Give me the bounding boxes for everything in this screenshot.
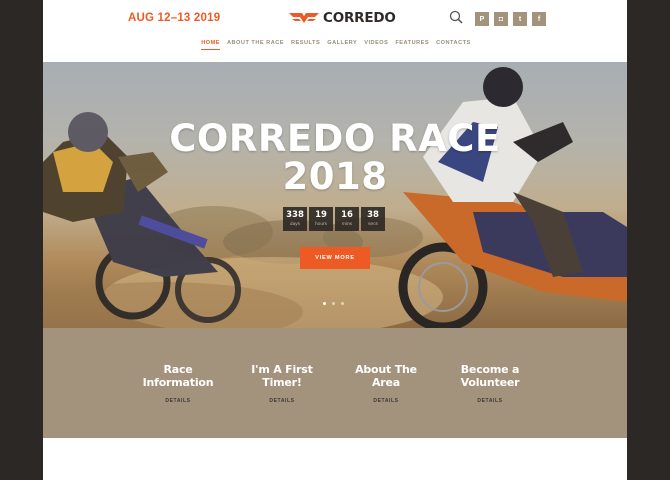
nav-item-gallery[interactable]: GALLERY: [327, 40, 357, 50]
pinterest-icon[interactable]: P: [475, 12, 489, 26]
countdown-secs-value: 38: [367, 210, 379, 220]
slider-dot-2[interactable]: [332, 302, 335, 305]
countdown-days: 338 days: [283, 207, 307, 231]
countdown-mins-label: mins: [341, 222, 353, 227]
hero-title: CORREDO RACE 2018: [43, 120, 627, 196]
countdown-secs-label: secs: [368, 222, 378, 227]
card-title-line-2: Information: [142, 375, 214, 389]
countdown-days-value: 338: [286, 210, 304, 220]
hero-slider: CORREDO RACE 2018 338 days 19 hours 16 m…: [43, 62, 627, 328]
search-icon[interactable]: [449, 10, 463, 24]
info-cards-band: Race Information DETAILS I'm A First Tim…: [43, 328, 627, 438]
details-link[interactable]: DETAILS: [445, 398, 535, 404]
nav-item-contacts[interactable]: CONTACTS: [436, 40, 471, 50]
card-title-line-2: Volunteer: [460, 375, 520, 389]
countdown-days-label: days: [289, 222, 301, 227]
details-link[interactable]: DETAILS: [341, 398, 431, 404]
facebook-icon[interactable]: f: [532, 12, 546, 26]
event-date: AUG 12–13 2019: [128, 12, 221, 24]
page: AUG 12–13 2019 CORREDO P ◘ t f HOME ABOU…: [43, 0, 627, 480]
nav-item-home[interactable]: HOME: [201, 40, 220, 50]
twitter-icon[interactable]: t: [513, 12, 527, 26]
countdown-mins: 16 mins: [335, 207, 359, 231]
card-race-information: Race Information DETAILS: [133, 363, 223, 404]
slider-pagination: [323, 302, 344, 305]
countdown-hours: 19 hours: [309, 207, 333, 231]
card-title: Race Information: [133, 363, 223, 389]
card-title-line-1: About The: [355, 363, 417, 376]
card-title-line-2: Area: [371, 375, 401, 389]
countdown-timer: 338 days 19 hours 16 mins 38 secs: [283, 207, 385, 231]
logo-wings-icon: [289, 13, 319, 23]
card-title-line-1: I'm A First: [251, 363, 313, 376]
countdown-mins-value: 16: [341, 210, 353, 220]
slider-dot-1[interactable]: [323, 302, 326, 305]
countdown-secs: 38 secs: [361, 207, 385, 231]
logo[interactable]: CORREDO: [289, 10, 396, 26]
details-link[interactable]: DETAILS: [133, 398, 223, 404]
instagram-icon[interactable]: ◘: [494, 12, 508, 26]
card-title: About The Area: [341, 363, 431, 389]
nav-item-results[interactable]: RESULTS: [291, 40, 320, 50]
card-title-line-1: Become a: [460, 363, 520, 376]
hero-title-line-2: 2018: [282, 155, 388, 198]
card-title: I'm A First Timer!: [237, 363, 327, 389]
card-title-line-1: Race: [163, 363, 193, 376]
card-title-line-2: Timer!: [262, 375, 302, 389]
view-more-button[interactable]: VIEW MORE: [300, 247, 370, 269]
main-nav: HOME ABOUT THE RACE RESULTS GALLERY VIDE…: [43, 40, 627, 50]
card-title: Become a Volunteer: [445, 363, 535, 389]
card-become-a-volunteer: Become a Volunteer DETAILS: [445, 363, 535, 404]
countdown-hours-label: hours: [315, 222, 327, 227]
nav-item-features[interactable]: FEATURES: [395, 40, 429, 50]
hero-title-line-1: CORREDO RACE: [169, 117, 501, 160]
countdown-hours-value: 19: [315, 210, 327, 220]
nav-item-videos[interactable]: VIDEOS: [364, 40, 388, 50]
logo-text: CORREDO: [323, 10, 396, 26]
card-first-timer: I'm A First Timer! DETAILS: [237, 363, 327, 404]
social-links: P ◘ t f: [475, 12, 546, 26]
nav-item-about-the-race[interactable]: ABOUT THE RACE: [227, 40, 284, 50]
details-link[interactable]: DETAILS: [237, 398, 327, 404]
card-about-the-area: About The Area DETAILS: [341, 363, 431, 404]
slider-dot-3[interactable]: [341, 302, 344, 305]
